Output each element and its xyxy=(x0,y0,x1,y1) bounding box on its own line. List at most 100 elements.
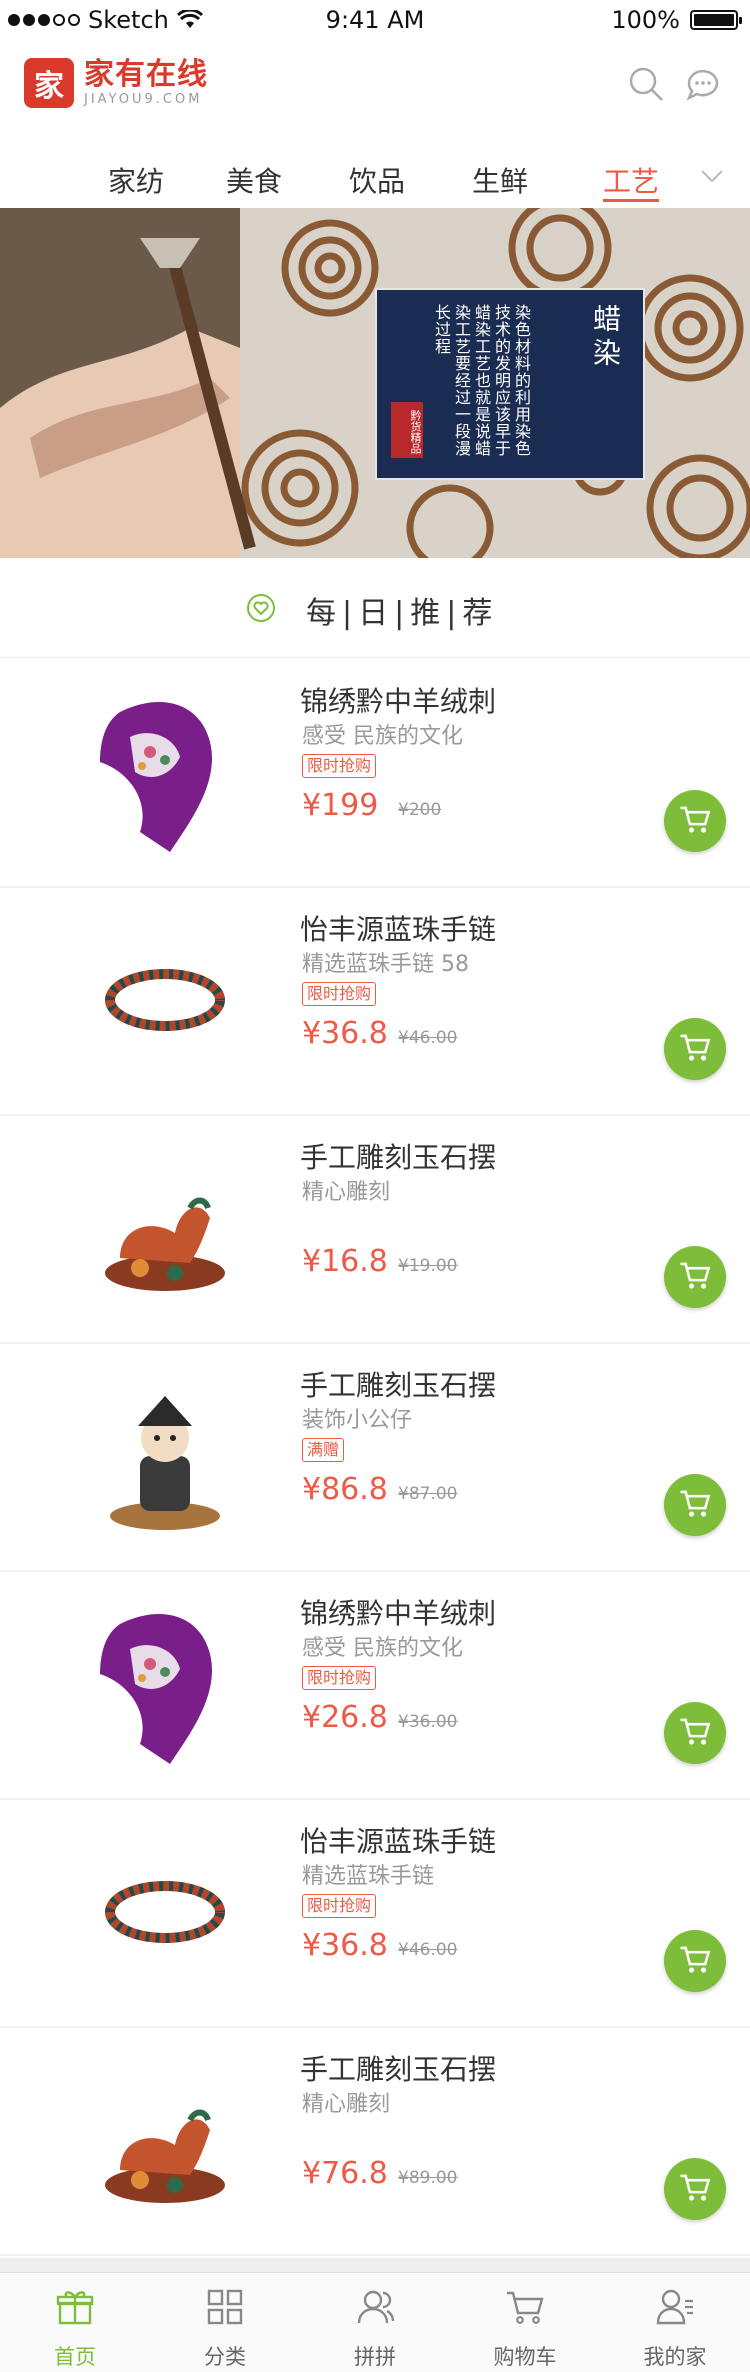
battery-label: 100% xyxy=(611,6,680,34)
gift-icon xyxy=(56,2291,94,2325)
product-original-price: ¥19.00 xyxy=(398,1256,458,1276)
product-subtitle: 装饰小公仔 xyxy=(302,1408,413,1433)
tabbar-label: 首页 xyxy=(54,2345,96,2369)
tabbar-cart[interactable]: 购物车 xyxy=(450,2273,600,2372)
product-subtitle: 精选蓝珠手链 58 xyxy=(302,952,469,977)
logo-mark: 家 xyxy=(24,58,74,108)
cart-icon xyxy=(678,2170,712,2208)
product-name[interactable]: 怡丰源蓝珠手链 xyxy=(300,1820,496,1860)
cart-icon xyxy=(678,1486,712,1524)
tab-meishi[interactable]: 美食 xyxy=(226,160,282,202)
product-price: ¥86.8 xyxy=(302,1472,388,1507)
search-icon[interactable] xyxy=(626,64,666,104)
banner-seal: 黔货精品 xyxy=(391,402,423,458)
banner-card: 蜡染 染色材料的利用染色技术的发明应该早于蜡染工艺也就是说蜡染工艺要经过一段漫长… xyxy=(375,288,645,480)
heart-icon xyxy=(247,594,275,622)
product-subtitle: 感受 民族的文化 xyxy=(302,724,463,749)
message-icon[interactable] xyxy=(683,64,723,104)
product-price: ¥26.8 xyxy=(302,1700,388,1735)
product-name[interactable]: 锦绣黔中羊绒刺 xyxy=(300,1592,496,1632)
cart-icon xyxy=(678,1258,712,1296)
bottom-tabbar: 首页 分类 拼拼 购物车 我的家 xyxy=(0,2272,750,2372)
cart-icon xyxy=(678,1942,712,1980)
product-card[interactable]: 怡丰源蓝珠手链精选蓝珠手链 58 限时抢购 ¥36.8 ¥46.00 xyxy=(0,888,750,1116)
product-original-price: ¥200 xyxy=(398,800,442,820)
product-price: ¥36.8 xyxy=(302,1016,388,1051)
product-card[interactable]: 手工雕刻玉石摆 装饰小公仔 满赠 ¥86.8 ¥87.00 xyxy=(0,1344,750,1572)
product-card[interactable]: 手工雕刻玉石摆精心雕刻 ¥16.8 ¥19.00 xyxy=(0,1116,750,1344)
add-to-cart-button[interactable] xyxy=(664,1018,726,1080)
tab-gongyi[interactable]: 工艺 xyxy=(603,160,660,202)
product-card[interactable]: 怡丰源蓝珠手链精选蓝珠手链 限时抢购 ¥36.8 ¥46.00 xyxy=(0,1800,750,2028)
profile-icon xyxy=(656,2289,693,2325)
product-subtitle: 感受 民族的文化 xyxy=(302,1636,463,1661)
promo-badge: 限时抢购 xyxy=(302,982,377,1006)
logo-text: 家有在线 JIAYOU9.COM xyxy=(84,58,208,108)
product-price: ¥36.8 xyxy=(302,1928,388,1963)
product-card[interactable]: 锦绣黔中羊绒刺感受 民族的文化 限时抢购 ¥199 ¥200 xyxy=(0,660,750,888)
chevron-down-icon[interactable] xyxy=(698,162,726,190)
product-original-price: ¥46.00 xyxy=(398,1028,458,1048)
product-image[interactable] xyxy=(80,1594,250,1774)
product-image[interactable] xyxy=(80,1138,250,1318)
battery-icon xyxy=(690,10,742,30)
cart-icon xyxy=(507,2291,544,2324)
section-title: 每|日|推|荐 xyxy=(306,596,499,631)
product-subtitle: 精选蓝珠手链 xyxy=(302,1864,435,1889)
product-card[interactable]: 手工雕刻玉石摆精心雕刻 ¥76.8 ¥89.00 xyxy=(0,2028,750,2256)
tabbar-category[interactable]: 分类 xyxy=(150,2273,300,2372)
promo-badge: 限时抢购 xyxy=(302,754,377,778)
product-subtitle: 精心雕刻 xyxy=(302,1180,391,1205)
product-original-price: ¥89.00 xyxy=(398,2168,458,2188)
app-header: 家 家有在线 JIAYOU9.COM xyxy=(0,40,750,150)
product-image[interactable] xyxy=(80,682,250,862)
add-to-cart-button[interactable] xyxy=(664,790,726,852)
add-to-cart-button[interactable] xyxy=(664,2158,726,2220)
product-name[interactable]: 锦绣黔中羊绒刺 xyxy=(300,680,496,720)
tabbar-label: 我的家 xyxy=(643,2345,707,2369)
cart-icon xyxy=(678,1714,712,1752)
cart-icon xyxy=(678,1030,712,1068)
cart-icon xyxy=(678,802,712,840)
hero-banner[interactable]: 蜡染 染色材料的利用染色技术的发明应该早于蜡染工艺也就是说蜡染工艺要经过一段漫长… xyxy=(0,208,750,558)
product-price: ¥76.8 xyxy=(302,2156,388,2191)
promo-badge: 限时抢购 xyxy=(302,1666,377,1690)
add-to-cart-button[interactable] xyxy=(664,1474,726,1536)
product-image[interactable] xyxy=(80,2050,250,2230)
banner-text: 染色材料的利用染色技术的发明应该早于蜡染工艺也就是说蜡染工艺要经过一段漫长过程 xyxy=(432,304,531,457)
add-to-cart-button[interactable] xyxy=(664,1702,726,1764)
product-price: ¥199 xyxy=(302,788,379,823)
product-subtitle: 精心雕刻 xyxy=(302,2092,391,2117)
category-tabs: 家纺 美食 饮品 生鲜 工艺 xyxy=(0,150,750,208)
add-to-cart-button[interactable] xyxy=(664,1246,726,1308)
tabbar-label: 分类 xyxy=(204,2345,246,2369)
status-bar: Sketch 9:41 AM 100% xyxy=(0,0,750,40)
product-card[interactable]: 锦绣黔中羊绒刺感受 民族的文化 限时抢购 ¥26.8 ¥36.00 xyxy=(0,1572,750,1800)
product-price: ¥16.8 xyxy=(302,1244,388,1279)
tabbar-home[interactable]: 首页 xyxy=(0,2273,150,2372)
product-name[interactable]: 怡丰源蓝珠手链 xyxy=(300,908,496,948)
tabbar-label: 购物车 xyxy=(493,2345,557,2369)
product-name[interactable]: 手工雕刻玉石摆 xyxy=(300,2048,496,2088)
add-to-cart-button[interactable] xyxy=(664,1930,726,1992)
tab-shengxian[interactable]: 生鲜 xyxy=(472,160,528,202)
product-image[interactable] xyxy=(80,1366,250,1546)
product-original-price: ¥36.00 xyxy=(398,1712,458,1732)
banner-title: 蜡染 xyxy=(589,304,622,372)
product-original-price: ¥46.00 xyxy=(398,1940,458,1960)
product-name[interactable]: 手工雕刻玉石摆 xyxy=(300,1364,496,1404)
logo[interactable]: 家 家有在线 JIAYOU9.COM xyxy=(24,58,208,108)
tabbar-profile[interactable]: 我的家 xyxy=(600,2273,750,2372)
logo-subtitle: JIAYOU9.COM xyxy=(84,92,203,107)
status-right: 100% xyxy=(611,6,742,34)
promo-badge: 限时抢购 xyxy=(302,1894,377,1918)
product-image[interactable] xyxy=(80,910,250,1090)
tab-jiafang[interactable]: 家纺 xyxy=(108,160,164,202)
product-original-price: ¥87.00 xyxy=(398,1484,458,1504)
tab-yinpin[interactable]: 饮品 xyxy=(349,160,405,202)
logo-title: 家有在线 xyxy=(84,57,208,92)
tabbar-group[interactable]: 拼拼 xyxy=(300,2273,450,2372)
daily-recommend-header: 每|日|推|荐 xyxy=(0,558,750,658)
product-name[interactable]: 手工雕刻玉石摆 xyxy=(300,1136,496,1176)
product-image[interactable] xyxy=(80,1822,250,2002)
